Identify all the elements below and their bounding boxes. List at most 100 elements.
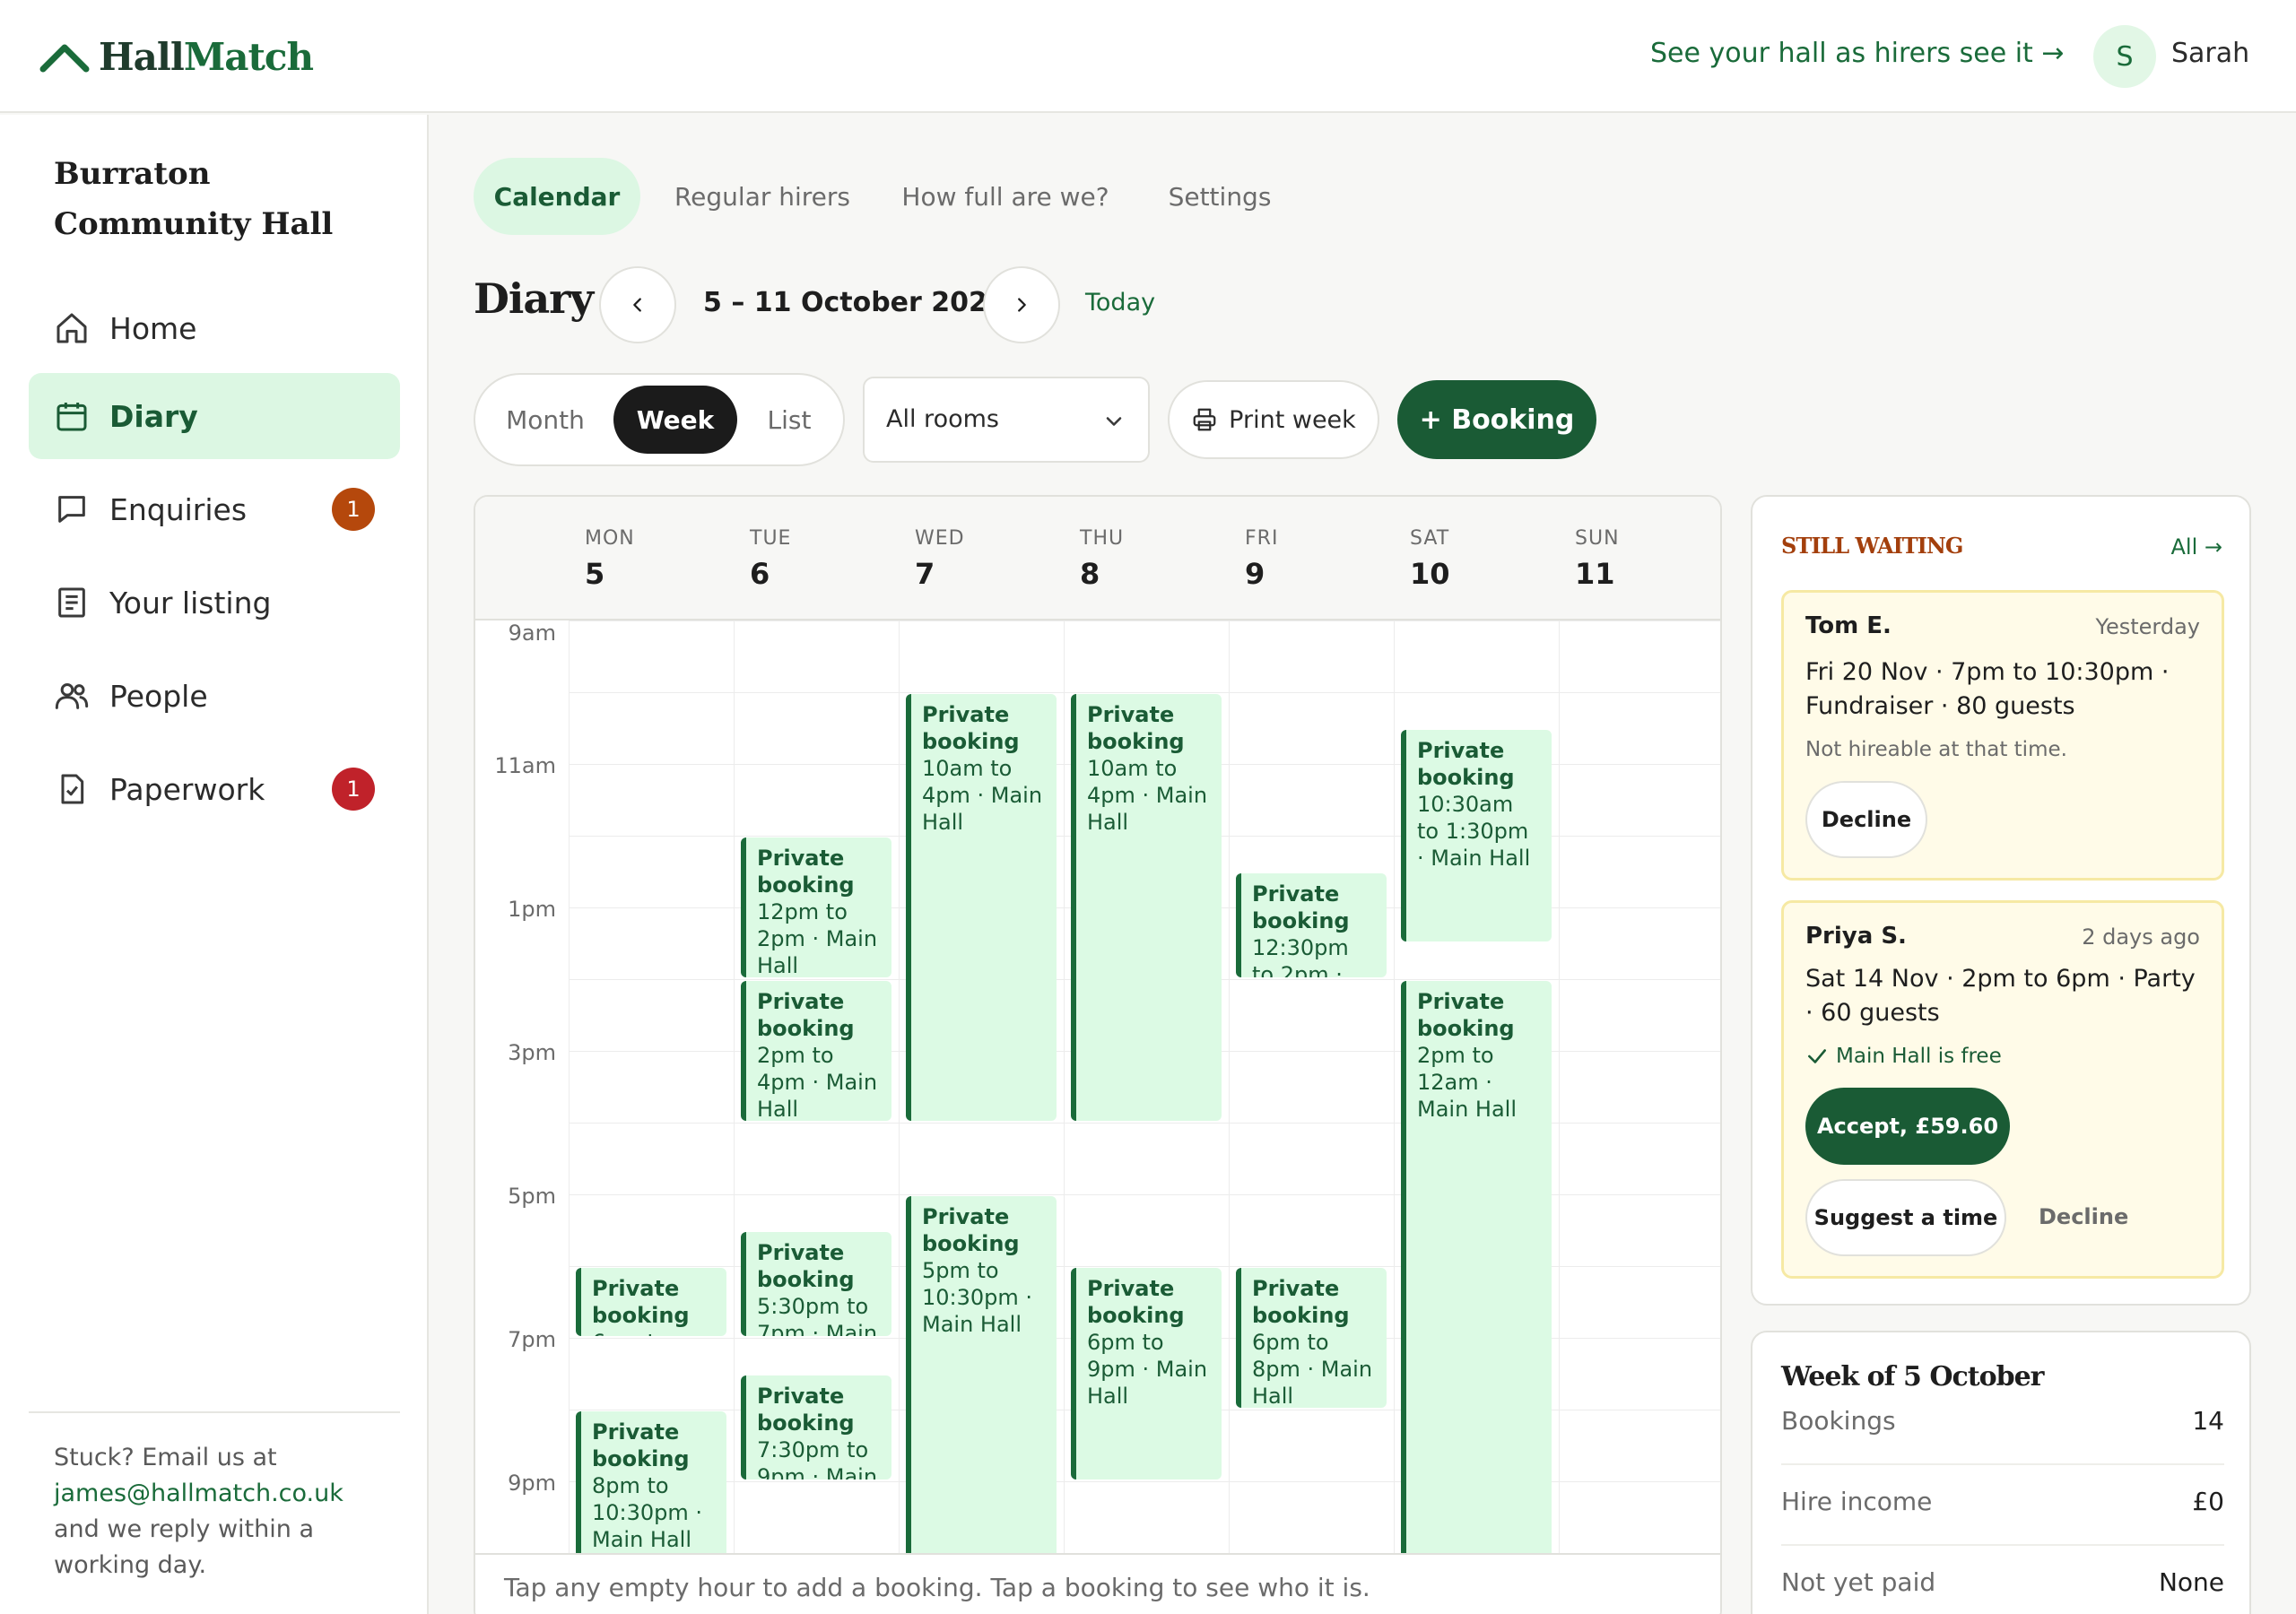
day-number: 9 <box>1245 557 1265 591</box>
user-name[interactable]: Sarah <box>2171 38 2249 69</box>
print-week-label: Print week <box>1229 405 1356 434</box>
day-header-fri: FRI 9 <box>1245 527 1278 591</box>
booking-block[interactable]: Private booking 2pm to 4pm · Main Hall <box>741 981 891 1121</box>
stat-value: £0 <box>2192 1487 2224 1516</box>
help-email-link[interactable]: james@hallmatch.co.uk <box>54 1480 344 1507</box>
booking-block[interactable]: Private booking 10:30am to 1:30pm · Main … <box>1401 730 1552 941</box>
help-suffix: and we reply within a working day. <box>54 1515 314 1579</box>
see-all-link[interactable]: All → <box>2171 534 2223 560</box>
booking-title: Private booking <box>1087 702 1185 754</box>
chevron-down-icon <box>1106 417 1122 426</box>
calendar-footer: Tap any empty hour to add a booking. Tap… <box>475 1553 1720 1614</box>
view-month[interactable]: Month <box>488 386 603 454</box>
day-name: SAT <box>1410 527 1450 550</box>
booking-block[interactable]: Private booking7:30pm to 9pm · Main Hall <box>741 1375 891 1480</box>
tab-how-full[interactable]: How full are we? <box>893 158 1118 235</box>
preview-as-hirer-link[interactable]: See your hall as hirers see it → <box>1650 38 2064 69</box>
day-name: TUE <box>750 527 792 550</box>
add-booking-button[interactable]: + Booking <box>1397 380 1596 459</box>
decline-button[interactable]: Decline <box>1805 781 1927 858</box>
room-select[interactable]: All rooms <box>863 377 1150 463</box>
avatar[interactable]: S <box>2093 25 2156 88</box>
booking-time: 5pm to 10:30pm · Main Hall <box>922 1258 1033 1337</box>
accept-button[interactable]: Accept, £59.60 <box>1805 1088 2010 1165</box>
booking-block[interactable]: Private booking 6pm to 8pm · Main Hall <box>1236 1268 1387 1408</box>
day-gridline <box>1064 620 1065 1553</box>
booking-title: Private booking <box>922 702 1020 754</box>
help-prefix: Stuck? Email us at <box>54 1444 277 1471</box>
view-list[interactable]: List <box>744 386 834 454</box>
booking-time: 8pm to 10:30pm · Main Hall <box>592 1473 703 1552</box>
today-link[interactable]: Today <box>1085 289 1155 317</box>
calendar-grid[interactable]: 9am11am1pm3pm5pm7pm9pmPrivate booking6pm… <box>475 620 1720 1587</box>
day-name: THU <box>1080 527 1125 550</box>
booking-block[interactable]: Private booking12:30pm to 2pm · Main Hal… <box>1236 873 1387 977</box>
roof-icon <box>39 44 90 73</box>
day-gridline <box>899 620 900 1553</box>
stat-row: Hire income £0 <box>1781 1465 2224 1546</box>
booking-title: Private booking <box>592 1276 690 1328</box>
tab-settings[interactable]: Settings <box>1148 158 1292 235</box>
home-icon <box>52 308 91 348</box>
next-week-button[interactable] <box>983 266 1060 343</box>
sidebar-item-label: People <box>109 678 208 714</box>
stat-label: Not yet paid <box>1781 1567 1936 1597</box>
time-label: 9am <box>508 620 556 646</box>
stat-row: Not yet paid None <box>1781 1546 2224 1614</box>
help-text: Stuck? Email us at james@hallmatch.co.uk… <box>54 1440 386 1584</box>
people-icon <box>52 676 91 716</box>
document-check-icon <box>52 769 91 809</box>
booking-time: 10:30am to 1:30pm · Main Hall <box>1417 792 1531 871</box>
week-summary-panel: Week of 5 October Bookings 14 Hire incom… <box>1751 1331 2251 1614</box>
booking-block[interactable]: Private booking 10am to 4pm · Main Hall <box>906 694 1057 1121</box>
sidebar-item-enquiries[interactable]: Enquiries 1 <box>29 466 400 552</box>
request-name: Priya S. <box>1805 923 1907 950</box>
view-week[interactable]: Week <box>613 386 737 454</box>
hall-name: Burraton Community Hall <box>54 156 334 242</box>
booking-block[interactable]: Private booking 6pm to 9pm · Main Hall <box>1071 1268 1222 1480</box>
booking-time: 10am to 4pm · Main Hall <box>922 756 1043 835</box>
booking-title: Private booking <box>757 1240 855 1292</box>
booking-block[interactable]: Private booking 5pm to 10:30pm · Main Hal… <box>906 1196 1057 1587</box>
booking-block[interactable]: Private booking5:30pm to 7pm · Main Hall <box>741 1232 891 1336</box>
decline-button[interactable]: Decline <box>2039 1204 2128 1229</box>
day-gridline <box>1559 620 1560 1553</box>
check-icon <box>1808 1049 1826 1063</box>
booking-time: 12:30pm to 2pm · Main Hall <box>1252 935 1349 977</box>
request-card[interactable]: Tom E. Yesterday Fri 20 Nov · 7pm to 10:… <box>1781 590 2224 881</box>
sidebar-item-people[interactable]: People <box>29 653 400 739</box>
booking-block[interactable]: Private booking 2pm to 12am · Main Hall <box>1401 981 1552 1587</box>
listing-icon <box>52 583 91 622</box>
sidebar-item-home[interactable]: Home <box>29 285 400 371</box>
sidebar-item-your-listing[interactable]: Your listing <box>29 560 400 646</box>
calendar-hint: Tap any empty hour to add a booking. Tap… <box>504 1573 1370 1602</box>
print-week-button[interactable]: Print week <box>1168 380 1379 459</box>
time-label: 1pm <box>508 897 556 922</box>
availability-status: Main Hall is free <box>1805 1045 2002 1068</box>
booking-title: Private booking <box>592 1419 690 1471</box>
previous-week-button[interactable] <box>599 266 676 343</box>
sidebar-item-label: Paperwork <box>109 771 265 807</box>
tab-regular-hirers[interactable]: Regular hirers <box>664 158 861 235</box>
request-card[interactable]: Priya S. 2 days ago Sat 14 Nov · 2pm to … <box>1781 900 2224 1279</box>
tab-calendar[interactable]: Calendar <box>474 158 640 235</box>
calendar-icon <box>52 396 91 436</box>
request-time: Yesterday <box>2095 614 2200 639</box>
brand-wordmark: HallMatch <box>99 34 314 79</box>
booking-block[interactable]: Private booking 6pm to 7pm · Main Hall <box>576 1268 726 1336</box>
message-icon <box>52 490 91 529</box>
day-number: 11 <box>1575 557 1615 591</box>
booking-block[interactable]: Private booking 10am to 4pm · Main Hall <box>1071 694 1222 1121</box>
time-label: 7pm <box>508 1327 556 1352</box>
chevron-right-icon <box>1018 298 1026 312</box>
logo[interactable]: HallMatch <box>39 30 314 82</box>
day-number: 8 <box>1080 557 1100 591</box>
sidebar-item-label: Home <box>109 310 197 346</box>
booking-block[interactable]: Private booking 12pm to 2pm · Main Hall <box>741 837 891 977</box>
day-number: 10 <box>1410 557 1450 591</box>
suggest-time-button[interactable]: Suggest a time <box>1805 1179 2006 1256</box>
sidebar-item-diary[interactable]: Diary <box>29 373 400 459</box>
sidebar-divider <box>29 1411 400 1413</box>
sidebar-item-paperwork[interactable]: Paperwork 1 <box>29 746 400 832</box>
date-range: 5 – 11 October 2026 <box>703 287 1006 318</box>
